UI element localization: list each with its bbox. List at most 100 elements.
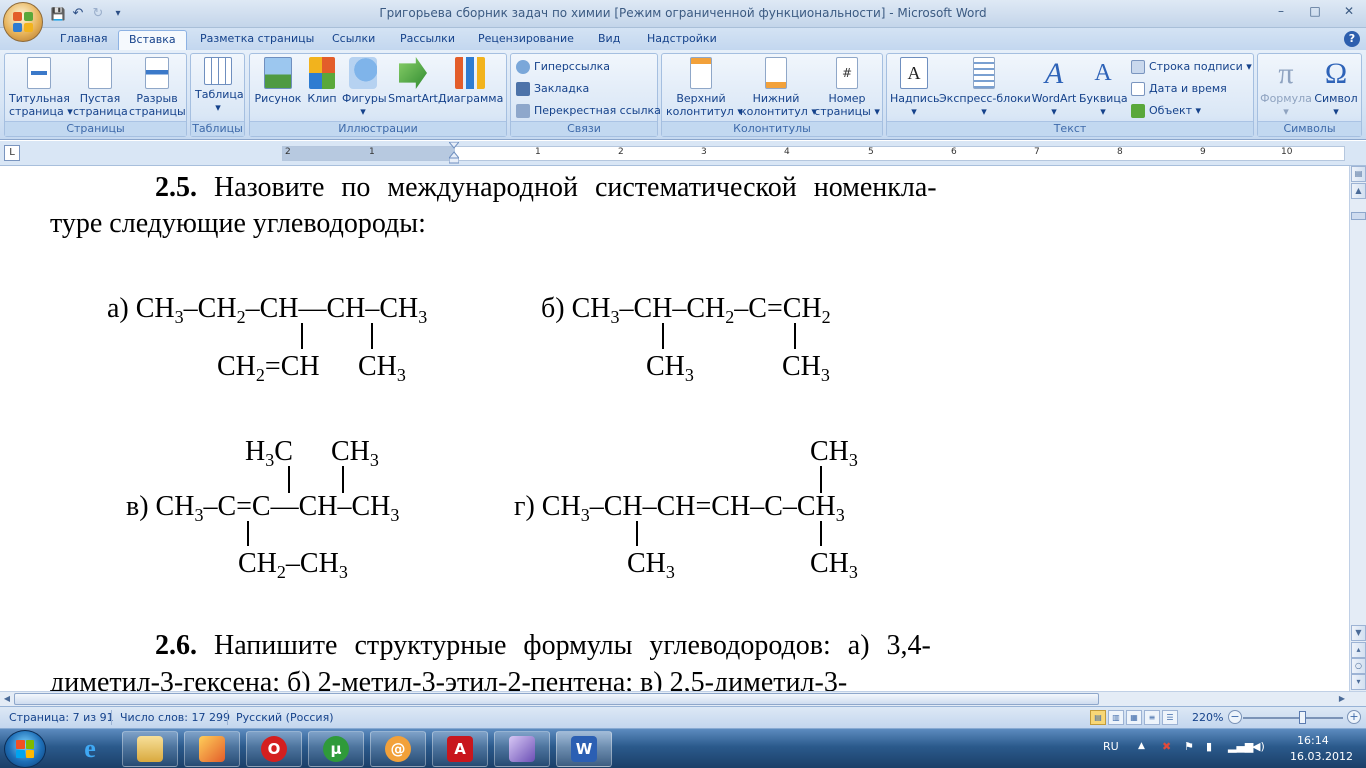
word-taskbar-icon[interactable]: W [556, 731, 612, 767]
mail-at-icon[interactable]: @ [370, 731, 426, 767]
view-ruler-icon[interactable]: ▤ [1351, 166, 1366, 182]
opera-icon[interactable]: O [246, 731, 302, 767]
date-time-button[interactable]: Дата и время [1131, 79, 1227, 99]
tab-mailings[interactable]: Рассылки [390, 30, 465, 50]
start-button[interactable] [4, 730, 46, 768]
wordart-button[interactable]: A WordArt ▾ [1029, 57, 1079, 118]
scroll-thumb[interactable] [1351, 212, 1366, 220]
language-indicator[interactable]: Русский (Россия) [236, 711, 334, 724]
adobe-reader-icon[interactable]: A [432, 731, 488, 767]
picture-button[interactable]: Рисунок [254, 57, 302, 105]
battery-icon[interactable]: ▮ [1206, 740, 1212, 753]
scroll-down-icon[interactable]: ▼ [1351, 625, 1366, 641]
signature-line-button[interactable]: Строка подписи ▾ [1131, 57, 1252, 77]
draft-view-icon[interactable]: ☰ [1162, 710, 1178, 725]
clock-time[interactable]: 16:14 [1297, 734, 1329, 747]
paint-icon[interactable] [184, 731, 240, 767]
drawing-app-icon[interactable] [494, 731, 550, 767]
formula-b-main: б) CH3–CH–CH2–C=CH2 [541, 293, 831, 327]
tab-addins[interactable]: Надстройки [637, 30, 727, 50]
outline-view-icon[interactable]: ≡ [1144, 710, 1160, 725]
group-header-footer-label: Колонтитулы [662, 121, 882, 136]
zoom-slider-track[interactable] [1243, 717, 1343, 719]
shapes-button[interactable]: Фигуры ▾ [342, 57, 387, 118]
maximize-button[interactable]: □ [1298, 0, 1332, 22]
browse-object-icon[interactable]: ○ [1351, 658, 1366, 674]
group-pages-label: Страницы [5, 121, 186, 136]
word-count[interactable]: Число слов: 17 299 [120, 711, 230, 724]
tab-references[interactable]: Ссылки [322, 30, 385, 50]
h-scroll-thumb[interactable] [14, 693, 1099, 705]
ruler-number: 6 [951, 147, 957, 157]
hyperlink-button[interactable]: Гиперссылка [516, 57, 610, 77]
utorrent-icon[interactable]: µ [308, 731, 364, 767]
group-symbols-label: Символы [1258, 121, 1361, 136]
bond-line [636, 521, 638, 546]
symbol-button[interactable]: Ω Символ ▾ [1312, 57, 1360, 118]
horizontal-scrollbar[interactable]: ◀ ▶ [0, 691, 1366, 706]
office-button[interactable] [3, 2, 43, 42]
smartart-button[interactable]: SmartArt [388, 57, 438, 105]
header-button[interactable]: Верхний колонтитул ▾ [666, 57, 743, 118]
table-button[interactable]: Таблица ▾ [195, 57, 244, 114]
equation-button[interactable]: π Формула ▾ [1260, 57, 1312, 118]
network-warning-icon[interactable]: ✖ [1162, 740, 1171, 753]
object-button[interactable]: Объект ▾ [1131, 101, 1201, 121]
page-break-icon [145, 57, 169, 89]
group-pages: Титульная страница ▾ Пустая страница Раз… [4, 53, 187, 137]
paragraph-2-5-line1: 2.5. Назовите по международной системати… [155, 172, 937, 203]
web-layout-icon[interactable]: ▦ [1126, 710, 1142, 725]
page-number-button[interactable]: # Номер страницы ▾ [814, 57, 880, 118]
action-center-icon[interactable]: ⚑ [1184, 740, 1194, 753]
volume-icon[interactable]: ◀) [1252, 740, 1265, 753]
full-screen-reading-icon[interactable]: ▥ [1108, 710, 1124, 725]
horizontal-ruler[interactable]: 2 1 1 2 3 4 5 6 7 8 9 10 [282, 146, 1345, 161]
document-area[interactable]: 2.5. Назовите по международной системати… [0, 166, 1349, 691]
tab-insert[interactable]: Вставка [118, 30, 187, 50]
signal-icon[interactable]: ▂▄▆ [1228, 740, 1253, 753]
title-bar: 💾 ↶ ↻ ▾ Григорьева сборник задач по хими… [0, 0, 1366, 28]
minimize-button[interactable]: – [1264, 0, 1298, 22]
picture-icon [264, 57, 292, 89]
indent-marker-icon[interactable] [449, 142, 459, 164]
scroll-up-icon[interactable]: ▲ [1351, 183, 1366, 199]
dropcap-button[interactable]: A Буквица ▾ [1079, 57, 1128, 119]
formula-v-main: в) CH3–C=C—CH–CH3 [126, 491, 400, 525]
tab-page-layout[interactable]: Разметка страницы [190, 30, 324, 50]
textbox-button[interactable]: A Надпись ▾ [890, 57, 940, 118]
clipart-button[interactable]: Клип [304, 57, 340, 105]
tab-review[interactable]: Рецензирование [468, 30, 584, 50]
close-button[interactable]: ✕ [1332, 0, 1366, 22]
scroll-right-icon[interactable]: ▶ [1335, 692, 1349, 706]
formula-g-sub2: CH3 [810, 548, 858, 582]
scroll-left-icon[interactable]: ◀ [0, 692, 14, 706]
file-explorer-icon[interactable] [122, 731, 178, 767]
prev-page-icon[interactable]: ▴ [1351, 642, 1366, 658]
zoom-level[interactable]: 220% [1192, 711, 1223, 724]
next-page-icon[interactable]: ▾ [1351, 674, 1366, 690]
print-layout-icon[interactable]: ▤ [1090, 710, 1106, 725]
cover-page-button[interactable]: Титульная страница ▾ [9, 57, 73, 118]
quick-parts-button[interactable]: Экспресс-блоки ▾ [939, 57, 1031, 118]
zoom-out-button[interactable]: − [1228, 710, 1242, 724]
tab-view[interactable]: Вид [588, 30, 630, 50]
blank-page-button[interactable]: Пустая страница [73, 57, 128, 118]
bookmark-button[interactable]: Закладка [516, 79, 589, 99]
page-break-button[interactable]: Разрыв страницы [129, 57, 186, 118]
group-text-label: Текст [887, 121, 1253, 136]
cross-reference-button[interactable]: Перекрестная ссылка [516, 101, 661, 121]
tab-selector[interactable]: L [4, 145, 20, 161]
help-icon[interactable]: ? [1344, 31, 1360, 47]
vertical-scrollbar[interactable]: ▤ ▲ ▼ ▴ ○ ▾ [1349, 166, 1366, 691]
zoom-slider-knob[interactable] [1299, 711, 1306, 724]
bond-line [662, 323, 664, 349]
tab-home[interactable]: Главная [50, 30, 118, 50]
zoom-in-button[interactable]: + [1347, 710, 1361, 724]
internet-explorer-icon[interactable]: e [62, 731, 118, 767]
show-hidden-icons[interactable]: ▲ [1138, 741, 1145, 751]
chart-button[interactable]: Диаграмма [438, 57, 503, 105]
footer-button[interactable]: Нижний колонтитул ▾ [740, 57, 817, 118]
clock-date[interactable]: 16.03.2012 [1290, 750, 1353, 763]
page-count[interactable]: Страница: 7 из 91 [9, 711, 114, 724]
input-language[interactable]: RU [1103, 740, 1119, 753]
